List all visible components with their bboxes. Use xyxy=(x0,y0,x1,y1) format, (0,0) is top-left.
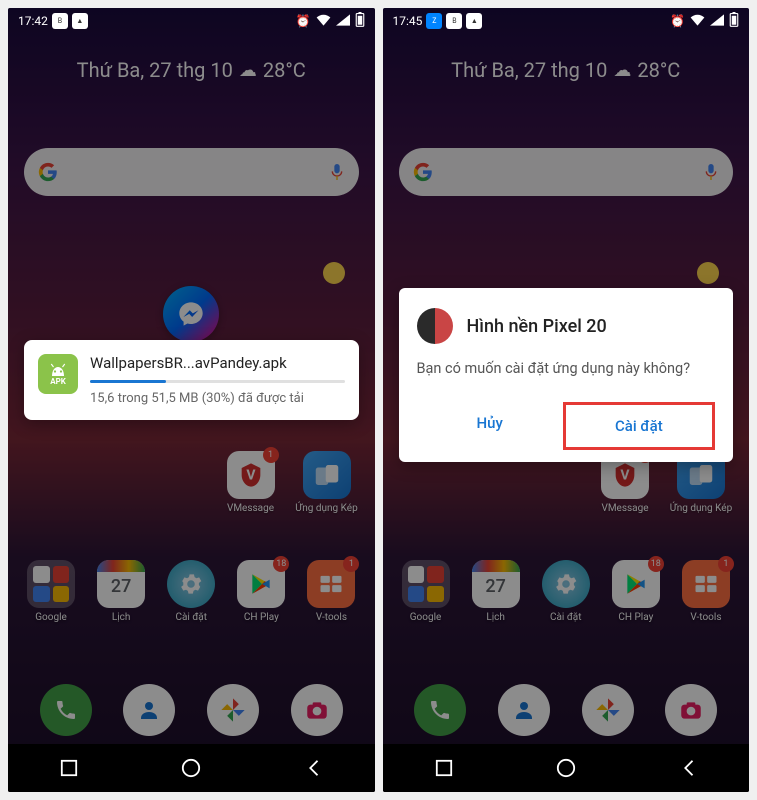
download-filename: WallpapersBR...avPandey.apk xyxy=(90,354,345,372)
dialog-title: Hình nền Pixel 20 xyxy=(467,316,607,337)
status-time: 17:45 xyxy=(393,14,423,28)
wifi-icon xyxy=(690,14,705,29)
nav-bar xyxy=(8,744,375,792)
notif-icon-2: ▲ xyxy=(72,13,88,29)
status-bar: 17:42 B ▲ ⏰ xyxy=(8,8,375,34)
install-button[interactable]: Cài đặt xyxy=(563,402,715,450)
progress-bar xyxy=(90,380,345,383)
nav-bar xyxy=(383,744,750,792)
alarm-icon: ⏰ xyxy=(670,14,685,28)
phone-right: 17:45 Z B ▲ ⏰ Thứ Ba, 27 thg 10 ☁ 28°C xyxy=(383,8,750,792)
wifi-icon xyxy=(316,14,331,29)
status-bar: 17:45 Z B ▲ ⏰ xyxy=(383,8,750,34)
dialog-app-icon xyxy=(417,308,453,344)
signal-icon xyxy=(710,14,724,29)
battery-icon xyxy=(729,12,739,30)
dialog-message: Bạn có muốn cài đặt ứng dụng này không? xyxy=(417,358,716,380)
download-notification[interactable]: APK WallpapersBR...avPandey.apk 15,6 tro… xyxy=(24,340,359,420)
nav-back[interactable] xyxy=(677,757,699,779)
nav-recent[interactable] xyxy=(58,757,80,779)
battery-icon xyxy=(355,12,365,30)
install-dialog: Hình nền Pixel 20 Bạn có muốn cài đặt ứn… xyxy=(399,288,734,462)
nav-home[interactable] xyxy=(180,757,202,779)
alarm-icon: ⏰ xyxy=(296,14,311,28)
cancel-button[interactable]: Hủy xyxy=(417,402,563,450)
apk-icon: APK xyxy=(38,354,78,394)
download-status: 15,6 trong 51,5 MB (30%) đã được tải xyxy=(90,391,345,406)
nav-home[interactable] xyxy=(555,757,577,779)
phone-left: 17:42 B ▲ ⏰ Thứ Ba, 27 thg 10 ☁ 28°C xyxy=(8,8,375,792)
notif-icon: B xyxy=(52,13,68,29)
nav-back[interactable] xyxy=(302,757,324,779)
signal-icon xyxy=(336,14,350,29)
status-time: 17:42 xyxy=(18,14,48,28)
notif-icon-2: B xyxy=(446,13,462,29)
notif-icon: Z xyxy=(426,13,442,29)
notif-icon-3: ▲ xyxy=(466,13,482,29)
nav-recent[interactable] xyxy=(433,757,455,779)
progress-fill xyxy=(90,380,166,383)
